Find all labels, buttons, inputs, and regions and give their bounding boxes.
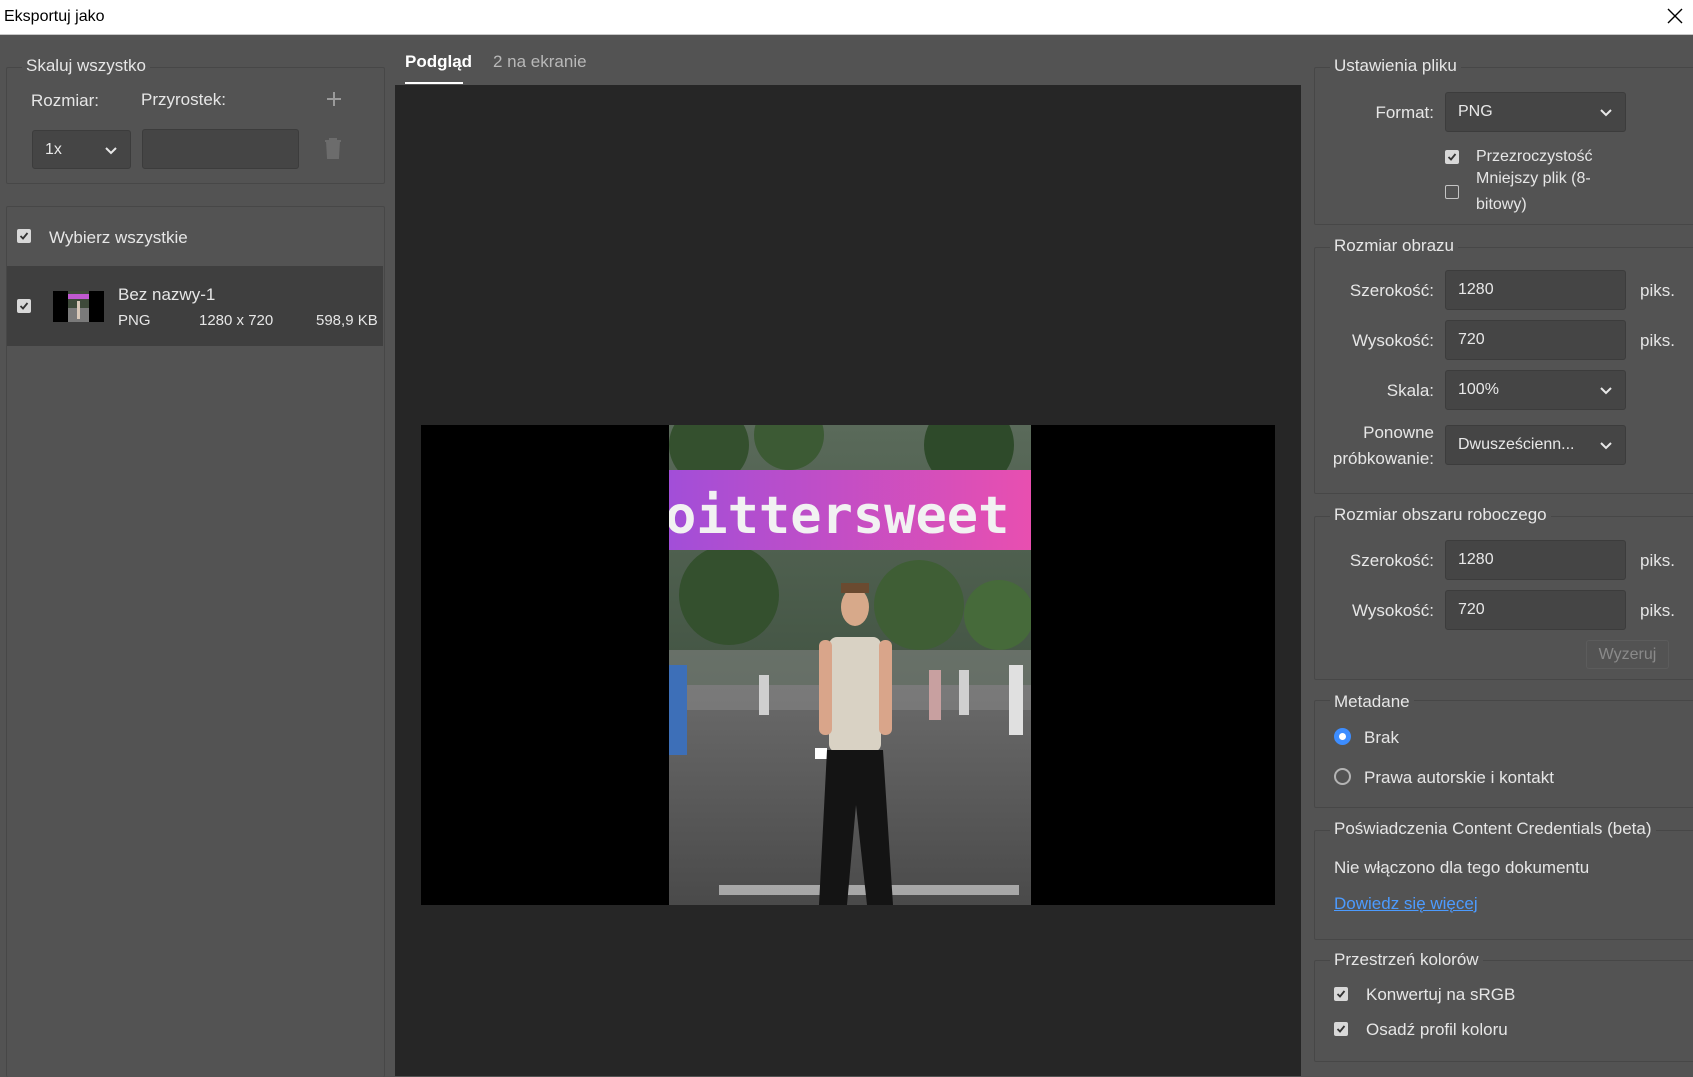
image-size-title: Rozmiar obrazu bbox=[1330, 236, 1458, 256]
trash-icon[interactable] bbox=[322, 136, 344, 160]
resample-value: Dwusześcienn... bbox=[1458, 436, 1575, 453]
scale-select[interactable]: 100% bbox=[1445, 370, 1626, 410]
color-space-title: Przestrzeń kolorów bbox=[1330, 950, 1483, 970]
canvas-height-value: 720 bbox=[1458, 601, 1485, 618]
image-width-unit: piks. bbox=[1640, 281, 1675, 300]
asset-format: PNG bbox=[118, 312, 151, 329]
format-label: Format: bbox=[1375, 103, 1434, 122]
scale-label: Skala: bbox=[1386, 381, 1434, 400]
select-all-checkbox[interactable] bbox=[17, 229, 31, 243]
format-value: PNG bbox=[1458, 103, 1493, 120]
metadata-none-radio[interactable] bbox=[1334, 728, 1351, 745]
window-titlebar: Eksportuj jako bbox=[0, 0, 1693, 35]
canvas-width-unit: piks. bbox=[1640, 551, 1675, 570]
smaller-file-label-line2: bitowy) bbox=[1476, 196, 1527, 213]
smaller-file-checkbox[interactable] bbox=[1445, 185, 1459, 199]
active-tab-indicator bbox=[405, 82, 463, 84]
window-title: Eksportuj jako bbox=[4, 8, 105, 25]
metadata-none-label: Brak bbox=[1364, 728, 1399, 747]
learn-more-link[interactable]: Dowiedz się więcej bbox=[1334, 894, 1478, 914]
select-all-label: Wybierz wszystkie bbox=[49, 228, 188, 247]
smaller-file-label-line1: Mniejszy plik (8- bbox=[1476, 170, 1591, 187]
resample-label-line1: Ponowne bbox=[1363, 423, 1434, 442]
banner-text: oittersweet bbox=[669, 486, 1009, 546]
preview-photo: oittersweet bbox=[669, 425, 1031, 905]
canvas-height-label: Wysokość: bbox=[1351, 601, 1434, 620]
scale-size-select[interactable]: 1x bbox=[32, 130, 131, 169]
color-space-panel bbox=[1314, 960, 1693, 1062]
file-settings-title: Ustawienia pliku bbox=[1330, 56, 1461, 76]
embed-profile-checkbox[interactable] bbox=[1334, 1022, 1348, 1036]
image-height-unit: piks. bbox=[1640, 331, 1675, 350]
content-credentials-panel bbox=[1314, 830, 1693, 940]
content-credentials-title: Poświadczenia Content Credentials (beta) bbox=[1330, 819, 1656, 839]
metadata-title: Metadane bbox=[1330, 692, 1414, 712]
suffix-input[interactable] bbox=[142, 129, 299, 169]
metadata-copyright-label: Prawa autorskie i kontakt bbox=[1364, 768, 1554, 787]
chevron-down-icon bbox=[1599, 384, 1613, 402]
chevron-down-icon bbox=[1599, 106, 1613, 124]
resample-select[interactable]: Dwusześcienn... bbox=[1445, 425, 1626, 465]
convert-srgb-label: Konwertuj na sRGB bbox=[1366, 985, 1516, 1004]
tab-two-on-screen[interactable]: 2 na ekranie bbox=[493, 52, 587, 72]
metadata-panel bbox=[1314, 700, 1693, 808]
metadata-copyright-radio[interactable] bbox=[1334, 768, 1351, 785]
image-width-label: Szerokość: bbox=[1349, 281, 1434, 300]
asset-thumbnail bbox=[53, 291, 104, 322]
scale-size-value: 1x bbox=[45, 140, 62, 158]
embed-profile-label: Osadź profil koloru bbox=[1366, 1020, 1508, 1039]
close-icon[interactable] bbox=[1663, 4, 1687, 28]
scale-panel-title: Skaluj wszystko bbox=[22, 56, 150, 76]
asset-file-size: 598,9 KB bbox=[316, 312, 378, 329]
asset-dimensions: 1280 x 720 bbox=[199, 312, 274, 329]
asset-name: Bez nazwy-1 bbox=[118, 285, 216, 304]
convert-srgb-checkbox[interactable] bbox=[1334, 987, 1348, 1001]
canvas-width-input[interactable]: 1280 bbox=[1445, 540, 1626, 580]
size-label: Rozmiar: bbox=[31, 91, 100, 110]
canvas-width-value: 1280 bbox=[1458, 551, 1494, 568]
suffix-label: Przyrostek: bbox=[141, 90, 227, 109]
reset-button[interactable]: Wyzeruj bbox=[1586, 640, 1669, 669]
format-select[interactable]: PNG bbox=[1445, 92, 1626, 132]
canvas-size-title: Rozmiar obszaru roboczego bbox=[1330, 505, 1551, 525]
canvas-height-input[interactable]: 720 bbox=[1445, 590, 1626, 630]
transparency-checkbox[interactable] bbox=[1445, 150, 1459, 164]
asset-checkbox[interactable] bbox=[17, 299, 31, 313]
chevron-down-icon bbox=[104, 144, 118, 162]
image-height-value: 720 bbox=[1458, 331, 1485, 348]
image-width-value: 1280 bbox=[1458, 281, 1494, 298]
chevron-down-icon bbox=[1599, 439, 1613, 457]
canvas-height-unit: piks. bbox=[1640, 601, 1675, 620]
content-credentials-status: Nie włączono dla tego dokumentu bbox=[1334, 858, 1590, 877]
image-width-input[interactable]: 1280 bbox=[1445, 270, 1626, 310]
tab-preview[interactable]: Podgląd bbox=[405, 52, 472, 72]
transparency-label: Przezroczystość bbox=[1476, 148, 1593, 165]
resample-label-line2: próbkowanie: bbox=[1332, 449, 1434, 468]
add-scale-icon[interactable] bbox=[324, 89, 344, 109]
image-height-label: Wysokość: bbox=[1351, 331, 1434, 350]
scale-value: 100% bbox=[1458, 381, 1499, 398]
image-height-input[interactable]: 720 bbox=[1445, 320, 1626, 360]
canvas-width-label: Szerokość: bbox=[1349, 551, 1434, 570]
